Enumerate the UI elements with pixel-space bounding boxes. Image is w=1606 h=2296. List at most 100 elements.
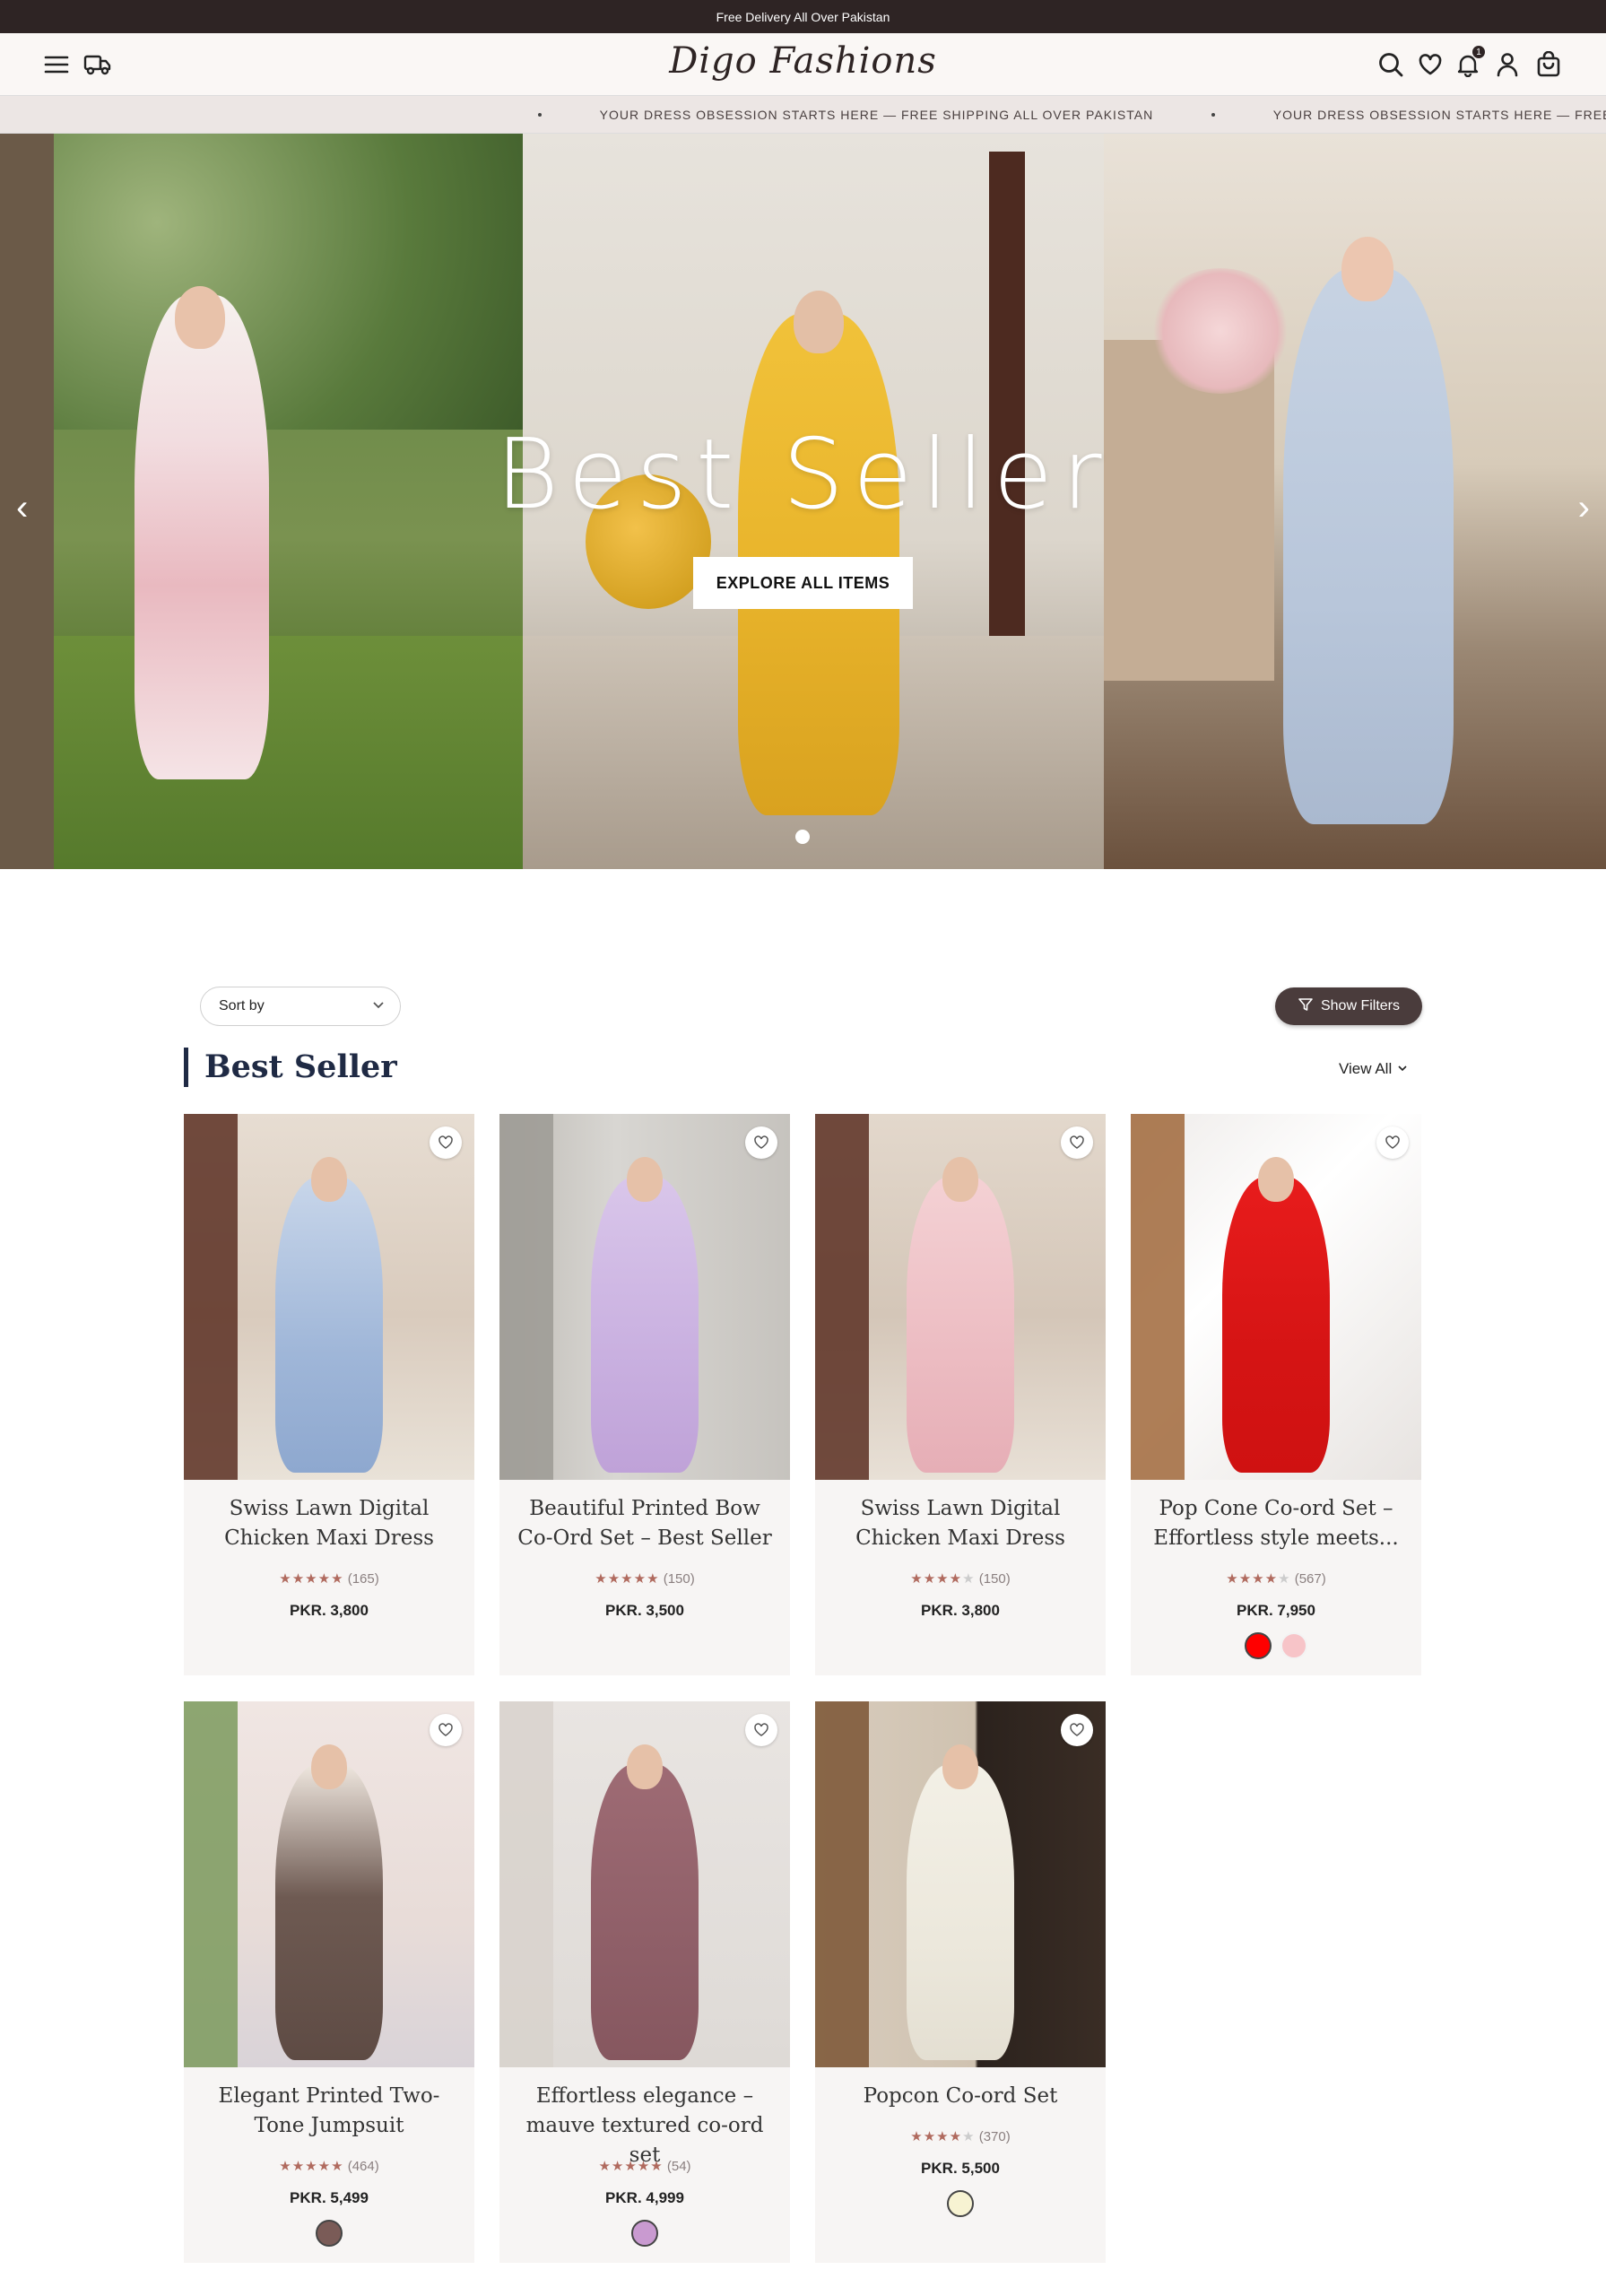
heart-icon[interactable] bbox=[1415, 49, 1445, 80]
product-image[interactable] bbox=[1131, 1114, 1421, 1480]
star-rating-icon: ★★★★★ bbox=[595, 1571, 660, 1587]
review-count: (150) bbox=[659, 1571, 695, 1587]
search-icon[interactable] bbox=[1376, 49, 1406, 80]
announcement-text: Free Delivery All Over Pakistan bbox=[716, 9, 890, 24]
product-card[interactable]: Beautiful Printed Bow Co-Ord Set – Best … bbox=[499, 1114, 790, 1675]
wishlist-heart-icon[interactable] bbox=[1061, 1714, 1093, 1746]
product-price: PKR. 3,500 bbox=[605, 1602, 684, 1619]
model-face bbox=[942, 1157, 978, 1202]
marquee-text: YOUR DRESS OBSESSION STARTS HERE — FREE … bbox=[599, 108, 1154, 122]
cherry-blossoms bbox=[1149, 268, 1292, 394]
product-name[interactable]: Swiss Lawn Digital Chicken Maxi Dress bbox=[195, 1494, 464, 1553]
product-name[interactable]: Popcon Co-ord Set bbox=[826, 2082, 1095, 2111]
model-face bbox=[311, 1157, 347, 1202]
product-rating: ★★★★★ (370) bbox=[815, 2128, 1106, 2144]
product-price: PKR. 5,499 bbox=[290, 2189, 369, 2206]
model-outfit bbox=[907, 1764, 1014, 2060]
carousel-dot[interactable] bbox=[795, 830, 810, 844]
color-swatches bbox=[184, 2220, 474, 2247]
model-blue-maxi bbox=[1283, 268, 1454, 824]
color-swatches bbox=[499, 2220, 790, 2247]
bell-icon[interactable]: 1 bbox=[1453, 46, 1485, 80]
product-card[interactable]: Swiss Lawn Digital Chicken Maxi Dress ★★★… bbox=[815, 1114, 1106, 1675]
sort-by-select[interactable]: Sort by bbox=[200, 987, 401, 1026]
product-card[interactable]: Effortless elegance – mauve textured co-… bbox=[499, 1701, 790, 2263]
notification-badge: 1 bbox=[1472, 46, 1485, 58]
model-face bbox=[942, 1744, 978, 1789]
wishlist-heart-icon[interactable] bbox=[430, 1126, 462, 1159]
cart-icon[interactable] bbox=[1533, 49, 1564, 80]
wishlist-heart-icon[interactable] bbox=[1061, 1126, 1093, 1159]
product-price: PKR. 4,999 bbox=[605, 2189, 684, 2206]
product-card[interactable]: Popcon Co-ord Set ★★★★★ (370) PKR. 5,500 bbox=[815, 1701, 1106, 2263]
star-rating-icon: ★★★★★ bbox=[279, 2159, 344, 2174]
wishlist-heart-icon[interactable] bbox=[745, 1126, 777, 1159]
view-all-link[interactable]: View All bbox=[1339, 1060, 1408, 1078]
color-swatch[interactable] bbox=[631, 2220, 658, 2247]
review-count: (370) bbox=[975, 2129, 1011, 2144]
product-name[interactable]: Pop Cone Co-ord Set – Effortless style m… bbox=[1142, 1494, 1411, 1553]
color-swatch[interactable] bbox=[316, 2220, 343, 2247]
background-prop bbox=[815, 1701, 869, 2067]
review-count: (567) bbox=[1290, 1571, 1326, 1587]
product-image[interactable] bbox=[499, 1701, 790, 2067]
explore-all-items-button[interactable]: EXPLORE ALL ITEMS bbox=[693, 557, 913, 609]
wishlist-heart-icon[interactable] bbox=[1376, 1126, 1409, 1159]
model-face bbox=[311, 1744, 347, 1789]
background-prop bbox=[815, 1114, 869, 1480]
product-rating: ★★★★★ (464) bbox=[184, 2158, 474, 2174]
view-all-label: View All bbox=[1339, 1060, 1393, 1077]
model-face bbox=[1341, 237, 1393, 301]
hero-banner: ‹ › Best Seller EXPLORE ALL ITEMS bbox=[0, 134, 1606, 869]
star-rating-icon: ★★★★★ bbox=[910, 2129, 976, 2144]
review-count: (165) bbox=[343, 1571, 379, 1587]
model-outfit bbox=[591, 1764, 699, 2060]
chevron-down-icon bbox=[371, 997, 386, 1016]
site-logo[interactable]: Digo Fashions bbox=[0, 40, 1606, 82]
model-outfit bbox=[907, 1177, 1014, 1473]
product-image[interactable] bbox=[815, 1114, 1106, 1480]
product-card[interactable]: Elegant Printed Two-Tone Jumpsuit ★★★★★ (… bbox=[184, 1701, 474, 2263]
wishlist-heart-icon[interactable] bbox=[430, 1714, 462, 1746]
product-card[interactable]: Swiss Lawn Digital Chicken Maxi Dress ★★★… bbox=[184, 1114, 474, 1675]
color-swatch[interactable] bbox=[1280, 1632, 1307, 1659]
star-rating-icon: ★★★★★ bbox=[598, 2159, 664, 2174]
model-floral-dress bbox=[135, 295, 269, 779]
product-rating: ★★★★★ (150) bbox=[499, 1570, 790, 1587]
marquee-track: YOUR DRESS OBSESSION STARTS HERE — FREE … bbox=[538, 108, 1606, 122]
color-swatch[interactable] bbox=[1245, 1632, 1272, 1659]
product-image[interactable] bbox=[184, 1114, 474, 1480]
announcement-bar: Free Delivery All Over Pakistan bbox=[0, 0, 1606, 33]
model-outfit bbox=[591, 1177, 699, 1473]
product-name[interactable]: Elegant Printed Two-Tone Jumpsuit bbox=[195, 2082, 464, 2141]
review-count: (464) bbox=[343, 2159, 379, 2174]
model-face bbox=[627, 1157, 663, 1202]
hero-title: Best Seller bbox=[495, 419, 1111, 531]
background-prop bbox=[499, 1114, 553, 1480]
product-image[interactable] bbox=[815, 1701, 1106, 2067]
color-swatches bbox=[815, 2190, 1106, 2217]
product-image[interactable] bbox=[499, 1114, 790, 1480]
show-filters-button[interactable]: Show Filters bbox=[1275, 987, 1422, 1025]
filter-icon bbox=[1298, 996, 1314, 1017]
marquee-text: YOUR DRESS OBSESSION STARTS HERE — FREE … bbox=[1272, 108, 1606, 122]
product-card[interactable]: Pop Cone Co-ord Set – Effortless style m… bbox=[1131, 1114, 1421, 1675]
model-outfit bbox=[275, 1764, 383, 2060]
product-image[interactable] bbox=[184, 1701, 474, 2067]
background-prop bbox=[184, 1701, 238, 2067]
model-face bbox=[794, 291, 844, 353]
product-price: PKR. 3,800 bbox=[921, 1602, 1000, 1619]
sort-by-label: Sort by bbox=[219, 998, 265, 1013]
product-rating: ★★★★★ (567) bbox=[1131, 1570, 1421, 1587]
product-price: PKR. 5,500 bbox=[921, 2160, 1000, 2177]
review-count: (54) bbox=[663, 2159, 691, 2174]
product-name[interactable]: Swiss Lawn Digital Chicken Maxi Dress bbox=[826, 1494, 1095, 1553]
marquee-dot bbox=[1211, 113, 1216, 117]
model-face bbox=[1258, 1157, 1294, 1202]
model-outfit bbox=[1222, 1177, 1330, 1473]
product-name[interactable]: Beautiful Printed Bow Co-Ord Set – Best … bbox=[510, 1494, 779, 1553]
tree-foliage bbox=[0, 134, 523, 430]
wishlist-heart-icon[interactable] bbox=[745, 1714, 777, 1746]
user-icon[interactable] bbox=[1492, 49, 1523, 80]
color-swatch[interactable] bbox=[947, 2190, 974, 2217]
